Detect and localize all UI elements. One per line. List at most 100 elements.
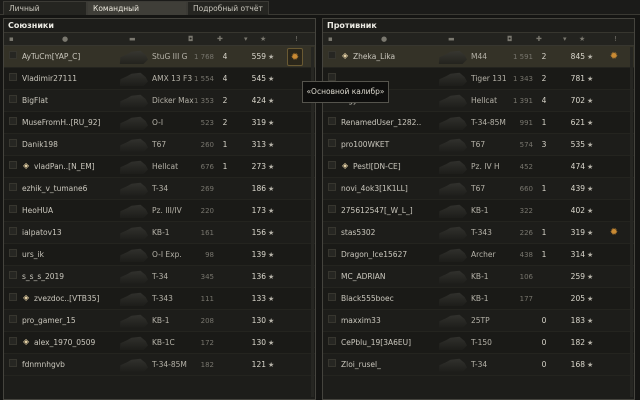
player-row[interactable]: MC_ADRIAN KB-1 106 259 ★ bbox=[323, 266, 634, 288]
medal-icon[interactable]: ✹ bbox=[287, 48, 303, 66]
squad-slot bbox=[9, 117, 17, 125]
xp-value: 130 bbox=[251, 338, 266, 347]
player-row[interactable]: BigFlat Dicker Max 1 353 2 424 ★ bbox=[4, 90, 315, 112]
player-row[interactable]: 275612547[_W_L_] KB-1 322 402 ★ bbox=[323, 200, 634, 222]
player-row[interactable]: ◈ zvezdoc..[VTB35] T-343 111 133 ★ bbox=[4, 288, 315, 310]
xp-star-icon: ★ bbox=[587, 185, 594, 193]
player-name[interactable]: novi_4ok3[1K1LL] bbox=[341, 178, 441, 200]
results-tab-bar: Личный результат Командный результат Под… bbox=[0, 0, 640, 26]
player-row[interactable]: Danik198 T67 260 1 313 ★ bbox=[4, 134, 315, 156]
tab-detailed-report[interactable]: Подробный отчёт bbox=[187, 1, 269, 15]
player-row[interactable]: pro_gamer_15 KB-1 208 130 ★ bbox=[4, 310, 315, 332]
sort-chevron-icon[interactable]: ▾ bbox=[244, 35, 248, 43]
kills-column-icon[interactable]: ✚ bbox=[217, 35, 223, 43]
squad-slot bbox=[328, 249, 336, 257]
enemies-scrollbar[interactable] bbox=[630, 47, 633, 397]
xp-column-icon[interactable]: ★ bbox=[579, 35, 585, 43]
player-row[interactable]: maxxim33 25TP 0 183 ★ bbox=[323, 310, 634, 332]
player-row[interactable]: Vladimir27111 AMX 13 F3 1 554 4 545 ★ bbox=[4, 68, 315, 90]
damage-value: 111 bbox=[200, 295, 214, 303]
player-name[interactable]: Zheka_Lika bbox=[353, 46, 443, 68]
sort-chevron-icon[interactable]: ▾ bbox=[563, 35, 567, 43]
player-row[interactable]: CePblu_19[3A6EU] T-150 0 182 ★ bbox=[323, 332, 634, 354]
damage-value: 452 bbox=[519, 163, 533, 171]
player-name[interactable]: Vladimir27111 bbox=[22, 68, 122, 90]
player-row[interactable]: ◈ Zheka_Lika M44 1 591 2 845 ★ ✹ bbox=[323, 46, 634, 68]
player-name[interactable]: s_s_s_2019 bbox=[22, 266, 122, 288]
player-name[interactable]: CePblu_19[3A6EU] bbox=[341, 332, 441, 354]
tank-column-icon[interactable]: ▬ bbox=[129, 35, 136, 43]
player-name[interactable]: AyTuCm[YAP_C] bbox=[22, 46, 122, 68]
player-row[interactable]: AyTuCm[YAP_C] StuG III G1 768 4 559 ★ ✹ bbox=[4, 46, 315, 68]
player-row[interactable]: HeoHUA Pz. III/IV 220 173 ★ bbox=[4, 200, 315, 222]
player-row[interactable]: s_s_s_2019 T-34 345 136 ★ bbox=[4, 266, 315, 288]
player-row[interactable]: RenamedUser_1282.. T-34-85M 991 1 621 ★ bbox=[323, 112, 634, 134]
player-name[interactable]: stas5302 bbox=[341, 222, 441, 244]
tank-icon bbox=[119, 72, 148, 86]
player-name[interactable]: pro_gamer_15 bbox=[22, 310, 122, 332]
player-row[interactable]: stas5302 T-343 226 1 319 ★ ✹ bbox=[323, 222, 634, 244]
damage-column-icon[interactable]: ◘ bbox=[507, 35, 513, 43]
squad-slot bbox=[9, 205, 17, 213]
kills-column-icon[interactable]: ✚ bbox=[536, 35, 542, 43]
squad-column-icon[interactable]: ▪ bbox=[9, 35, 14, 43]
medal-icon[interactable]: ✹ bbox=[608, 222, 620, 244]
player-name[interactable]: fdnmnhgvb bbox=[22, 354, 122, 376]
player-row[interactable]: fdnmnhgvb T-34-85M 182 121 ★ bbox=[4, 354, 315, 376]
enemies-title: Противник bbox=[327, 21, 377, 30]
player-name[interactable]: Danik198 bbox=[22, 134, 122, 156]
player-row[interactable]: urs_ik O-I Exp. 98 139 ★ bbox=[4, 244, 315, 266]
player-name[interactable]: Pestl[DN-CE] bbox=[353, 156, 443, 178]
player-name[interactable]: pro100WKET bbox=[341, 134, 441, 156]
squad-column-icon[interactable]: ▪ bbox=[328, 35, 333, 43]
player-name[interactable]: 275612547[_W_L_] bbox=[341, 200, 441, 222]
player-row[interactable]: Zloi_rusel_ T-34 0 168 ★ bbox=[323, 354, 634, 376]
tank-column-icon[interactable]: ▬ bbox=[448, 35, 455, 43]
player-name[interactable]: ialpatov13 bbox=[22, 222, 122, 244]
squad-slot bbox=[9, 95, 17, 103]
player-row[interactable]: novi_4ok3[1K1LL] T67 660 1 439 ★ bbox=[323, 178, 634, 200]
player-row[interactable]: ◈ Pestl[DN-CE] Pz. IV H 452 474 ★ bbox=[323, 156, 634, 178]
player-column-icon[interactable]: ● bbox=[62, 35, 68, 43]
damage-value: 208 bbox=[200, 317, 214, 325]
player-row[interactable]: pro100WKET T67 574 3 535 ★ bbox=[323, 134, 634, 156]
player-column-icon[interactable]: ● bbox=[381, 35, 387, 43]
squad-slot bbox=[9, 139, 17, 147]
player-name[interactable]: Dragon_Ice15627 bbox=[341, 244, 441, 266]
tab-personal-result[interactable]: Личный результат bbox=[3, 1, 87, 26]
player-name[interactable]: vladPan..[N_EM] bbox=[34, 156, 124, 178]
xp-column-icon[interactable]: ★ bbox=[260, 35, 266, 43]
xp-star-icon: ★ bbox=[587, 295, 594, 303]
enemies-column-header: ▪ ● ▬ ◘ ✚ ▾ ★ ! bbox=[323, 32, 634, 46]
player-row[interactable]: Dragon_Ice15627 Archer 438 1 314 ★ bbox=[323, 244, 634, 266]
player-row[interactable]: ialpatov13 KB-1 161 156 ★ bbox=[4, 222, 315, 244]
player-name[interactable]: HeoHUA bbox=[22, 200, 122, 222]
kills-value: 4 bbox=[222, 74, 228, 83]
player-name[interactable]: ezhik_v_tumane6 bbox=[22, 178, 122, 200]
player-name[interactable]: Black555boec bbox=[341, 288, 441, 310]
damage-column-icon[interactable]: ◘ bbox=[188, 35, 194, 43]
player-name[interactable]: BigFlat bbox=[22, 90, 122, 112]
squad-slot bbox=[9, 51, 17, 59]
medal-column-icon[interactable]: ! bbox=[614, 35, 617, 43]
player-name[interactable]: urs_ik bbox=[22, 244, 122, 266]
player-row[interactable]: MuseFromH..[RU_92] O-I 523 2 319 ★ bbox=[4, 112, 315, 134]
player-name[interactable]: alex_1970_0509 bbox=[34, 332, 124, 354]
player-row[interactable]: ◈ alex_1970_0509 KB-1C 172 130 ★ bbox=[4, 332, 315, 354]
player-row[interactable]: Black555boec KB-1 177 205 ★ bbox=[323, 288, 634, 310]
player-name[interactable]: MC_ADRIAN bbox=[341, 266, 441, 288]
medal-icon[interactable]: ✹ bbox=[608, 46, 620, 68]
tab-team-result[interactable]: Командный результат bbox=[87, 1, 187, 26]
squad-slot bbox=[9, 183, 17, 191]
player-row[interactable]: ezhik_v_tumane6 T-34 269 186 ★ bbox=[4, 178, 315, 200]
player-name[interactable]: Zloi_rusel_ bbox=[341, 354, 441, 376]
tank-icon bbox=[438, 248, 467, 262]
medal-column-icon[interactable]: ! bbox=[295, 35, 298, 43]
tank-name: T-34 bbox=[471, 360, 488, 369]
player-name[interactable]: MuseFromH..[RU_92] bbox=[22, 112, 122, 134]
player-name[interactable]: zvezdoc..[VTB35] bbox=[34, 288, 124, 310]
player-row[interactable]: ◈ vladPan..[N_EM] Hellcat 676 1 273 ★ bbox=[4, 156, 315, 178]
player-name[interactable]: RenamedUser_1282.. bbox=[341, 112, 441, 134]
tank-icon bbox=[438, 358, 467, 372]
player-name[interactable]: maxxim33 bbox=[341, 310, 441, 332]
